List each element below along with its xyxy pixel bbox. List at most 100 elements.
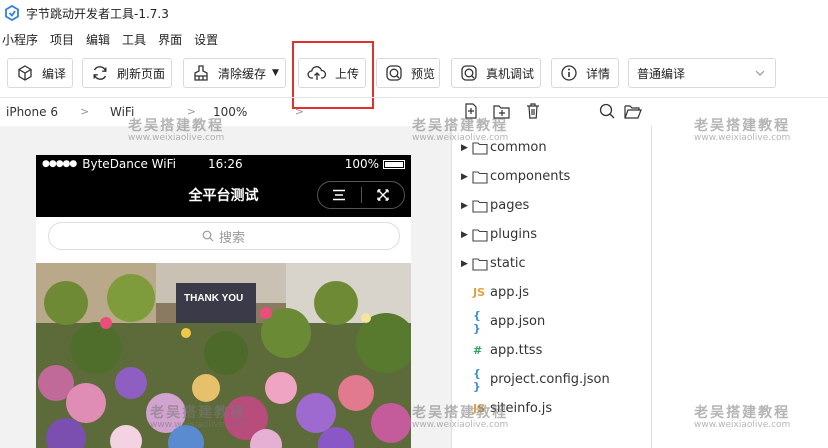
- chevron-down-icon: [755, 70, 765, 76]
- capsule-menu: [317, 181, 405, 209]
- ttss-file-icon: #: [473, 344, 483, 357]
- tree-item-label: common: [490, 140, 547, 155]
- tree-item-label: static: [490, 256, 526, 271]
- open-folder-icon[interactable]: [623, 102, 643, 120]
- zoom-value: 100%: [213, 104, 248, 119]
- title-bar: 字节跳动开发者工具-1.7.3: [0, 0, 828, 26]
- cloud-upload-icon: [307, 66, 327, 80]
- nav-bar: 全平台测试: [36, 173, 411, 217]
- chevron-right-icon: >: [80, 105, 90, 118]
- folder-icon: [472, 228, 488, 242]
- broom-icon: [194, 65, 208, 81]
- new-file-icon[interactable]: [463, 102, 479, 120]
- preview-label: 预览: [411, 66, 436, 81]
- preview-icon: [386, 65, 402, 81]
- preview-button[interactable]: 预览: [376, 58, 440, 88]
- refresh-page-label: 刷新页面: [117, 66, 166, 81]
- device-select[interactable]: iPhone 6 >: [0, 98, 96, 125]
- battery-icon: [383, 159, 405, 169]
- remote-debug-icon: [461, 65, 477, 81]
- folder-icon: [472, 199, 488, 213]
- compile-mode-select[interactable]: 普通编译: [628, 58, 776, 88]
- file-tree: ▶ common ▶ components ▶ pages ▶ plugins …: [452, 126, 652, 448]
- chevron-down-icon: ▼: [272, 68, 279, 78]
- clear-cache-button[interactable]: 清除缓存 ▼: [183, 58, 286, 88]
- tree-item-label: app.ttss: [490, 343, 543, 358]
- window-title: 字节跳动开发者工具-1.7.3: [26, 6, 169, 21]
- compile-label: 编译: [42, 66, 67, 81]
- chevron-right-icon: >: [186, 105, 196, 118]
- device-bar: iPhone 6 > WiFi > 100% >: [0, 97, 452, 125]
- js-file-icon: JS: [473, 402, 486, 415]
- tree-item-label: pages: [490, 198, 530, 213]
- remote-debug-label: 真机调试: [486, 66, 535, 81]
- tree-item-label: siteinfo.js: [490, 401, 553, 416]
- new-folder-icon[interactable]: [492, 102, 512, 120]
- compile-mode-value: 普通编译: [637, 66, 686, 81]
- compile-button[interactable]: 编译: [7, 58, 73, 88]
- close-icon: [377, 189, 389, 201]
- tree-item-label: plugins: [490, 227, 537, 242]
- devtools-window: 字节跳动开发者工具-1.7.3 小程序 项目 编辑 工具 界面 设置 编译 刷新…: [0, 0, 828, 448]
- delete-icon[interactable]: [525, 102, 541, 120]
- caret-right-icon: ▶: [461, 258, 468, 269]
- status-time: 16:26: [208, 157, 243, 171]
- caret-right-icon: ▶: [461, 200, 468, 211]
- clear-cache-label: 清除缓存: [218, 66, 267, 81]
- folder-icon: [472, 170, 488, 184]
- toolbar: 编译 刷新页面 清除缓存 ▼ 上传 预览 真机调试 详情 普通编译: [0, 54, 828, 94]
- caret-right-icon: ▶: [461, 142, 468, 153]
- search-input[interactable]: 搜索: [47, 222, 400, 250]
- search-placeholder: 搜索: [218, 230, 245, 246]
- zoom-select[interactable]: 100% >: [196, 98, 304, 125]
- search-icon: [202, 230, 214, 242]
- details-label: 详情: [586, 66, 611, 81]
- tree-item-label: app.json: [490, 314, 546, 329]
- refresh-icon: [93, 66, 107, 80]
- menu-interface[interactable]: 界面: [158, 31, 182, 48]
- network-select[interactable]: WiFi >: [96, 98, 196, 125]
- remote-debug-button[interactable]: 真机调试: [451, 58, 541, 88]
- menu-bar: 小程序 项目 编辑 工具 界面 设置: [0, 29, 228, 49]
- flower-shop-banner-image[interactable]: THANK YOU: [36, 263, 411, 448]
- network-value: WiFi: [110, 104, 135, 119]
- chevron-right-icon: >: [294, 105, 304, 118]
- folder-icon: [472, 257, 488, 271]
- json-file-icon: { }: [473, 308, 481, 335]
- menu-miniprogram[interactable]: 小程序: [2, 31, 38, 48]
- search-icon[interactable]: [598, 102, 616, 120]
- menu-lines-icon: [333, 189, 346, 201]
- refresh-page-button[interactable]: 刷新页面: [82, 58, 172, 88]
- caret-right-icon: ▶: [461, 229, 468, 240]
- menu-tools[interactable]: 工具: [122, 31, 146, 48]
- tree-item-label: components: [490, 169, 571, 184]
- menu-project[interactable]: 项目: [50, 31, 74, 48]
- phone-simulator: ●●●●● ByteDance WiFi 16:26 100% 全平台测试 搜索…: [36, 155, 411, 448]
- upload-label: 上传: [335, 66, 360, 81]
- page-title: 全平台测试: [188, 188, 259, 204]
- close-miniapp-button[interactable]: [361, 182, 404, 208]
- details-button[interactable]: 详情: [551, 58, 619, 88]
- editor-pane[interactable]: [652, 97, 828, 448]
- status-bar: ●●●●● ByteDance WiFi 16:26 100%: [36, 155, 411, 173]
- cube-icon: [18, 65, 32, 81]
- json-file-icon: { }: [473, 366, 481, 393]
- menu-settings[interactable]: 设置: [194, 31, 218, 48]
- tree-item-label: project.config.json: [490, 372, 610, 387]
- explorer-toolbar: [452, 97, 652, 125]
- menu-edit[interactable]: 编辑: [86, 31, 110, 48]
- more-menu-button[interactable]: [318, 182, 361, 208]
- info-icon: [561, 65, 577, 81]
- banner-sign-text: THANK YOU: [184, 293, 243, 304]
- app-logo-icon: [5, 5, 19, 21]
- caret-right-icon: ▶: [461, 171, 468, 182]
- folder-icon: [472, 141, 488, 155]
- device-value: iPhone 6: [6, 104, 58, 119]
- signal-dots-icon: ●●●●●: [42, 159, 77, 169]
- battery-percent: 100%: [344, 157, 379, 171]
- upload-button[interactable]: 上传: [298, 58, 366, 88]
- battery-indicator: 100%: [345, 157, 405, 171]
- tree-item-label: app.js: [490, 285, 529, 300]
- js-file-icon: JS: [473, 286, 486, 299]
- carrier-text: ByteDance WiFi: [82, 157, 176, 171]
